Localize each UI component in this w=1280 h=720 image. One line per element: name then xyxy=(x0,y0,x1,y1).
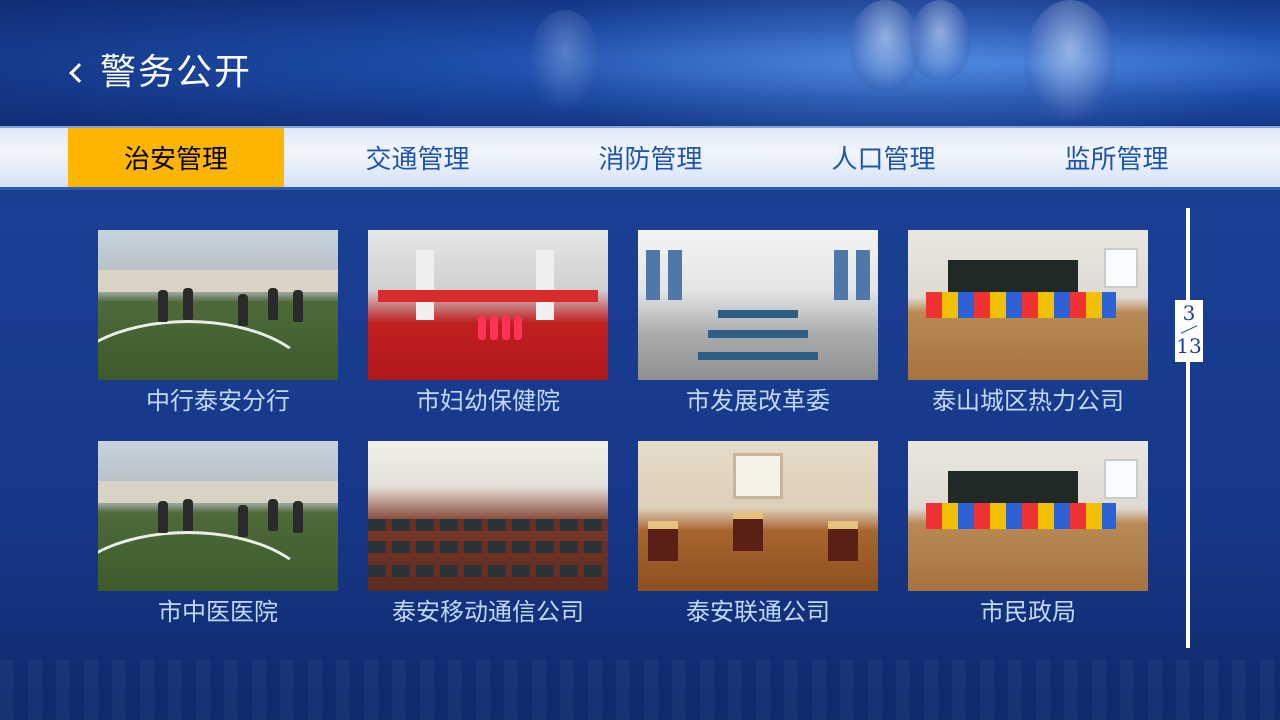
thumbnail-image xyxy=(98,230,338,380)
nav-bar: 治安管理 交通管理 消防管理 人口管理 监所管理 xyxy=(0,126,1280,190)
current-page: 3 xyxy=(1182,301,1196,325)
background-texture xyxy=(0,660,1280,720)
grid-item-label: 泰山城区热力公司 xyxy=(932,387,1124,415)
grid-item[interactable]: 市发展改革委 xyxy=(638,230,878,423)
back-button[interactable]: 警务公开 xyxy=(64,52,258,94)
grid-item[interactable]: 中行泰安分行 xyxy=(98,230,338,423)
grid-item[interactable]: 市妇幼保健院 xyxy=(368,230,608,423)
tab-security[interactable]: 治安管理 xyxy=(68,128,284,187)
grid-item-label: 市妇幼保健院 xyxy=(416,387,560,415)
tab-fire[interactable]: 消防管理 xyxy=(534,128,767,187)
thumbnail-image xyxy=(638,230,878,380)
content-area: 中行泰安分行 市妇幼保健院 市发展改革委 泰山城区热力公司 市中医医院 泰安移动… xyxy=(68,195,1215,665)
scrollbar-track[interactable] xyxy=(1186,208,1190,648)
page-title: 警务公开 xyxy=(100,52,253,93)
total-pages: 13 xyxy=(1176,334,1202,358)
officer-image xyxy=(530,10,600,110)
grid-item-label: 泰安移动通信公司 xyxy=(392,598,584,626)
thumbnail-image xyxy=(908,441,1148,591)
grid-item-label: 泰安联通公司 xyxy=(686,598,830,626)
header-banner: 警务公开 xyxy=(0,0,1280,126)
tab-detention[interactable]: 监所管理 xyxy=(1000,128,1233,187)
grid-item-label: 中行泰安分行 xyxy=(146,387,290,415)
page-indicator[interactable]: 3 13 xyxy=(1175,300,1203,362)
thumbnail-image xyxy=(368,441,608,591)
officer-image xyxy=(1025,0,1115,120)
grid-item[interactable]: 泰安移动通信公司 xyxy=(368,441,608,634)
grid-item[interactable]: 市中医医院 xyxy=(98,441,338,634)
tab-population[interactable]: 人口管理 xyxy=(767,128,1000,187)
grid-item-label: 市中医医院 xyxy=(158,598,278,626)
grid-item[interactable]: 市民政局 xyxy=(908,441,1148,634)
grid-item[interactable]: 泰安联通公司 xyxy=(638,441,878,634)
thumbnail-image xyxy=(638,441,878,591)
grid-item-label: 市发展改革委 xyxy=(686,387,830,415)
chevron-left-icon xyxy=(69,63,89,83)
unit-grid: 中行泰安分行 市妇幼保健院 市发展改革委 泰山城区热力公司 市中医医院 泰安移动… xyxy=(98,230,1148,634)
thumbnail-image xyxy=(908,230,1148,380)
thumbnail-image xyxy=(368,230,608,380)
tab-traffic[interactable]: 交通管理 xyxy=(301,128,534,187)
officer-image xyxy=(910,0,970,80)
grid-item[interactable]: 泰山城区热力公司 xyxy=(908,230,1148,423)
grid-item-label: 市民政局 xyxy=(980,598,1076,626)
thumbnail-image xyxy=(98,441,338,591)
